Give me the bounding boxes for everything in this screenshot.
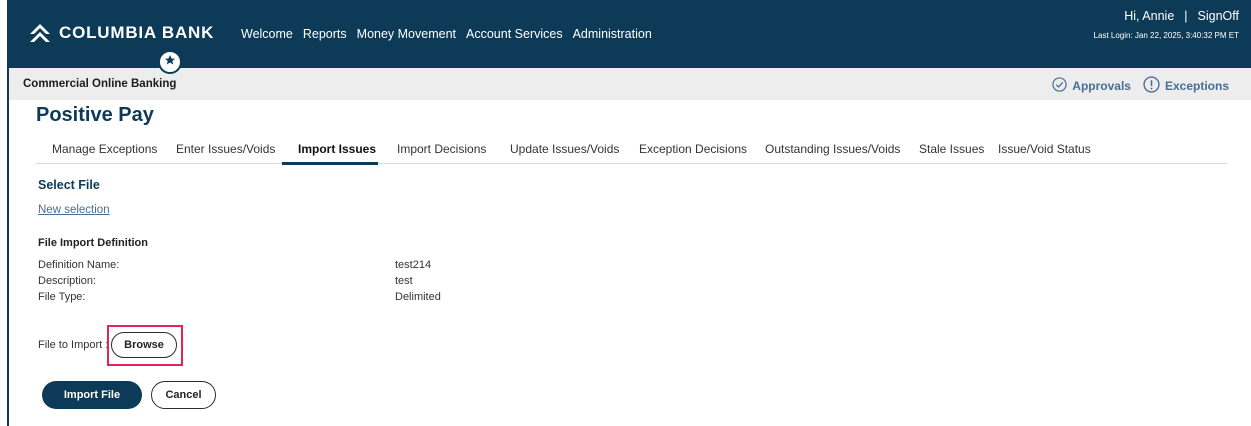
top-header: COLUMBIA BANK Welcome Reports Money Move… [9,0,1251,68]
description-value: test [395,275,413,287]
last-login: Last Login: Jan 22, 2025, 3:40:32 PM ET [1093,31,1239,40]
tab-update-issues-voids[interactable]: Update Issues/Voids [510,142,619,156]
exceptions-label: Exceptions [1164,79,1229,93]
tab-issue-void-status[interactable]: Issue/Void Status [998,142,1091,156]
user-greeting: Hi, Annie [1124,9,1175,23]
tab-bar: Manage Exceptions Enter Issues/Voids Imp… [36,138,1227,165]
approvals-link[interactable]: Approvals [1052,77,1131,95]
definition-name-label: Definition Name: [38,259,120,271]
import-file-button[interactable]: Import File [42,381,142,409]
logo-mark-icon [29,22,51,44]
app-section-title: Commercial Online Banking [23,78,177,90]
tab-enter-issues-voids[interactable]: Enter Issues/Voids [176,142,275,156]
exclamation-circle-icon [1143,76,1160,96]
nav-money-movement[interactable]: Money Movement [357,27,456,41]
file-type-label: File Type: [38,291,86,303]
tab-manage-exceptions[interactable]: Manage Exceptions [52,142,157,156]
file-type-value: Delimited [395,291,441,303]
description-label: Description: [38,275,97,287]
brand-name: COLUMBIA BANK [59,23,215,42]
nav-administration[interactable]: Administration [573,27,652,41]
sub-header: Commercial Online Banking Approvals Exce… [9,68,1251,100]
tab-stale-issues[interactable]: Stale Issues [919,142,984,156]
definition-heading: File Import Definition [38,237,148,249]
exceptions-link[interactable]: Exceptions [1143,76,1229,96]
definition-name-value: test214 [395,259,432,271]
user-area: Hi, Annie | SignOff Last Login: Jan 22, … [1094,9,1239,40]
bank-logo[interactable]: COLUMBIA BANK [29,22,214,44]
main-nav: Welcome Reports Money Movement Account S… [241,27,652,41]
tab-exception-decisions[interactable]: Exception Decisions [639,142,747,156]
select-file-heading: Select File [38,178,100,192]
page-title: Positive Pay [36,104,154,126]
approvals-label: Approvals [1072,79,1131,93]
active-tab-indicator [282,162,378,165]
nav-account-services[interactable]: Account Services [466,27,563,41]
nav-welcome[interactable]: Welcome [241,27,293,41]
tab-outstanding-issues-voids[interactable]: Outstanding Issues/Voids [765,142,900,156]
new-selection-link[interactable]: New selection [38,204,110,216]
page-frame: COLUMBIA BANK Welcome Reports Money Move… [0,0,1251,426]
tab-import-issues[interactable]: Import Issues [298,142,376,156]
cancel-button[interactable]: Cancel [151,381,216,409]
favorite-button[interactable] [158,50,182,74]
quick-actions: Approvals Exceptions [1046,76,1229,96]
file-to-import-label: File to Import : [38,339,109,351]
check-circle-icon [1052,77,1067,95]
tab-import-decisions[interactable]: Import Decisions [397,142,486,156]
nav-reports[interactable]: Reports [303,27,347,41]
header-separator: | [1184,9,1188,23]
star-icon [164,53,176,71]
signoff-link[interactable]: SignOff [1198,9,1239,23]
browse-button[interactable]: Browse [111,332,177,358]
